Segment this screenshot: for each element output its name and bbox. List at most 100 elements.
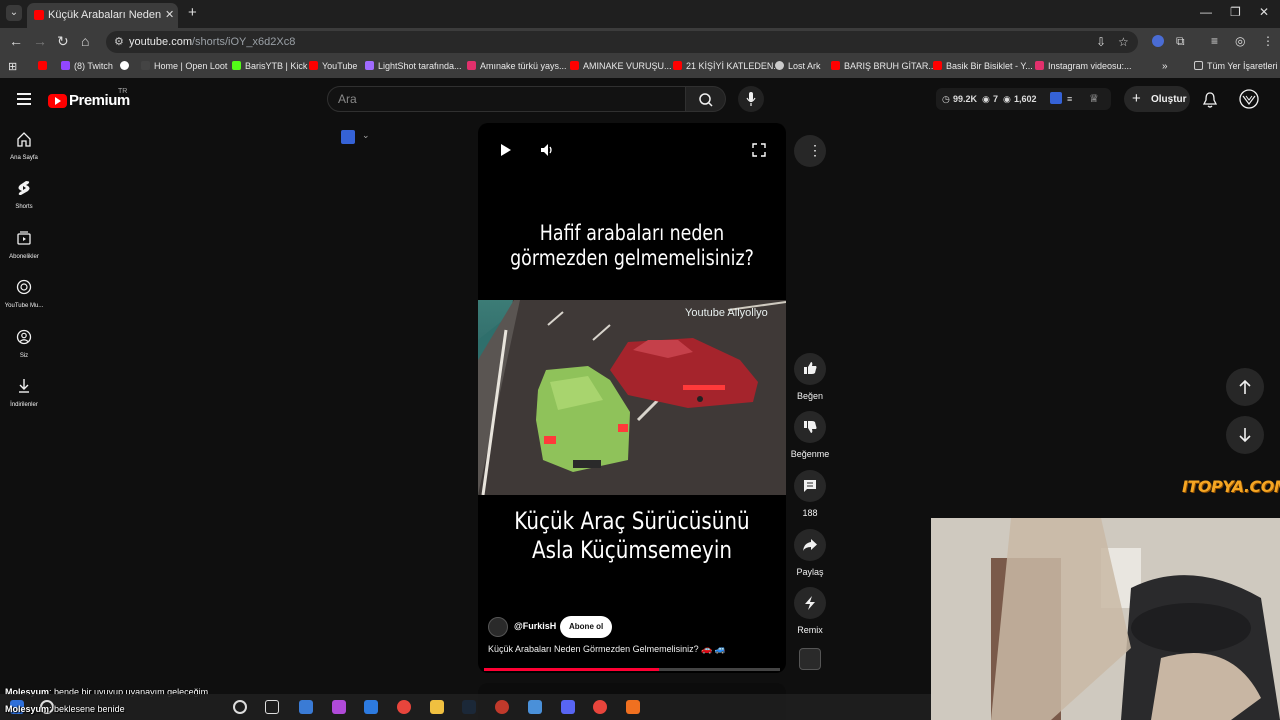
bookmark-item[interactable]: 21 KİŞİYİ KATLEDEN... [673, 61, 781, 71]
all-bookmarks-folder[interactable]: Tüm Yer İşaretleri [1194, 61, 1278, 71]
app-icon[interactable] [299, 700, 313, 714]
iq-badge-icon[interactable] [1050, 92, 1062, 104]
steam-icon[interactable] [462, 700, 476, 714]
extension-stats-panel[interactable]: ◷ 99.2K ◉ 7 ◉ 1,602 ≡ ♕ [936, 88, 1111, 110]
sidebar-item-shorts[interactable]: Shorts [0, 180, 48, 210]
previous-short-button[interactable] [1226, 368, 1264, 406]
discord-icon[interactable] [561, 700, 575, 714]
subscriptions-icon [17, 231, 31, 245]
bookmark-item[interactable]: Instagram videosu:... [1035, 61, 1132, 71]
media-control-icon[interactable]: ≡ [1211, 34, 1218, 48]
url-field[interactable]: ⚙ youtube.com/shorts/iOY_x6d2Xc8 ⇩ ☆ [106, 31, 1138, 53]
bookmark-item[interactable]: AMINAKE VURUŞU... [570, 61, 672, 71]
bookmark-item[interactable] [120, 61, 133, 71]
minimize-button[interactable]: — [1200, 5, 1212, 19]
window-close-button[interactable]: ✕ [1259, 5, 1269, 19]
sidebar-item-subscriptions[interactable]: Abonelikler [0, 230, 48, 260]
bookmark-item[interactable]: Lost Ark [775, 61, 821, 71]
sidebar-item-home[interactable]: Ana Sayfa [0, 131, 48, 161]
url-path: /shorts/iOY_x6d2Xc8 [191, 36, 296, 48]
new-tab-button[interactable]: + [188, 4, 197, 21]
remix-button[interactable]: Remix [788, 587, 832, 635]
file-explorer-icon[interactable] [430, 700, 444, 714]
app-icon[interactable] [528, 700, 542, 714]
apps-grid-icon[interactable]: ⊞ [8, 60, 17, 73]
chrome-icon[interactable] [397, 700, 411, 714]
sound-thumbnail[interactable] [799, 648, 821, 670]
iq-extension-chip[interactable]: ⌄ [336, 127, 376, 149]
search-button[interactable] [686, 86, 726, 112]
search-input[interactable] [338, 92, 668, 106]
more-options-button[interactable]: ⋮ [788, 135, 832, 167]
bookmark-item[interactable]: BarisYTB | Kick [232, 61, 307, 71]
obs-icon[interactable] [495, 700, 509, 714]
youtube-premium-logo[interactable]: Premium TR [48, 88, 130, 110]
like-button[interactable]: Beğen [788, 353, 832, 401]
fullscreen-icon[interactable] [752, 143, 766, 157]
bookmark-item[interactable] [38, 61, 51, 71]
eye-icon: ◉ [1003, 94, 1011, 104]
account-avatar-icon[interactable] [1239, 89, 1259, 109]
bookmark-item[interactable]: Home | Open Loot [141, 61, 227, 71]
bookmark-item[interactable]: YouTube [309, 61, 357, 71]
soundcloud-icon[interactable] [626, 700, 640, 714]
dislike-button[interactable]: Beğenme [788, 411, 832, 459]
bookmark-item[interactable]: Amınake türkü yays... [467, 61, 567, 71]
tab-close-icon[interactable]: ✕ [165, 8, 174, 21]
forward-button[interactable]: → [33, 33, 47, 49]
install-app-icon[interactable]: ⇩ [1096, 35, 1106, 49]
video-caption[interactable]: Küçük Arabaları Neden Görmezden Gelmemel… [488, 644, 726, 655]
car-chase-scene [478, 300, 786, 495]
channel-name[interactable]: @FurkisH [514, 621, 556, 631]
channel-avatar[interactable] [488, 617, 508, 637]
subscribe-button[interactable]: Abone ol [560, 616, 613, 638]
more-bookmarks-icon[interactable]: » [1162, 61, 1168, 72]
play-icon[interactable] [498, 143, 512, 157]
bookmark-item[interactable]: (8) Twitch [61, 61, 113, 71]
sidebar-item-youtube-music[interactable]: YouTube Mu... [0, 279, 48, 309]
search-icon [699, 93, 713, 107]
copilot-icon[interactable] [332, 700, 346, 714]
tab-search-button[interactable]: ⌄ [6, 5, 22, 21]
store-icon[interactable] [364, 700, 378, 714]
chrome-menu-icon[interactable]: ⋮ [1262, 34, 1274, 48]
shorts-icon [18, 181, 30, 195]
next-short-button[interactable] [1226, 416, 1264, 454]
volume-icon[interactable] [539, 142, 555, 158]
reload-button[interactable]: ↻ [57, 33, 69, 50]
search-box[interactable] [327, 86, 686, 112]
bookmark-star-icon[interactable]: ☆ [1118, 35, 1129, 49]
trophy-icon[interactable]: ♕ [1089, 92, 1099, 105]
back-button[interactable]: ← [9, 33, 23, 49]
notifications-bell-icon[interactable] [1202, 91, 1218, 109]
bookmark-item[interactable]: BARIŞ BRUH GİTAR... [831, 61, 936, 71]
list-icon[interactable]: ≡ [1067, 94, 1072, 104]
active-tab[interactable]: Küçük Arabaları Neden Görmezden Gelmemel… [27, 3, 178, 28]
iq-badge-icon [341, 130, 355, 144]
stat-count: 1,602 [1014, 94, 1037, 104]
home-button[interactable]: ⌂ [81, 33, 89, 49]
profile-icon[interactable]: ◎ [1235, 34, 1245, 48]
more-vertical-icon: ⋮ [808, 142, 822, 158]
sidebar-item-label: Abonelikler [9, 254, 39, 260]
comments-button[interactable]: 188 [788, 470, 832, 518]
url-host: youtube.com [129, 36, 192, 48]
task-view-icon[interactable] [265, 700, 279, 714]
create-button[interactable]: + Oluştur [1124, 86, 1190, 112]
extension-icon[interactable] [1152, 35, 1164, 47]
address-toolbar: ← → ↻ ⌂ ⚙ youtube.com/shorts/iOY_x6d2Xc8… [0, 28, 1280, 56]
shorts-player[interactable]: Hafif arabaları neden görmezden gelmemel… [478, 123, 786, 673]
site-info-icon[interactable]: ⚙ [114, 35, 124, 48]
extensions-puzzle-icon[interactable]: ⧉ [1176, 34, 1185, 49]
voice-search-button[interactable] [738, 86, 764, 112]
bookmark-item[interactable]: LightShot tarafında... [365, 61, 462, 71]
share-button[interactable]: Paylaş [788, 529, 832, 577]
cortana-icon[interactable] [233, 700, 247, 714]
restore-button[interactable]: ❐ [1230, 5, 1241, 19]
menu-icon[interactable] [17, 93, 31, 108]
bookmark-item[interactable]: Basik Bir Bisiklet - Y... [933, 61, 1033, 71]
sidebar-item-you[interactable]: Siz [0, 329, 48, 359]
chrome-icon[interactable] [593, 700, 607, 714]
progress-bar[interactable] [484, 668, 780, 671]
sidebar-item-downloads[interactable]: İndirilenler [0, 378, 48, 408]
